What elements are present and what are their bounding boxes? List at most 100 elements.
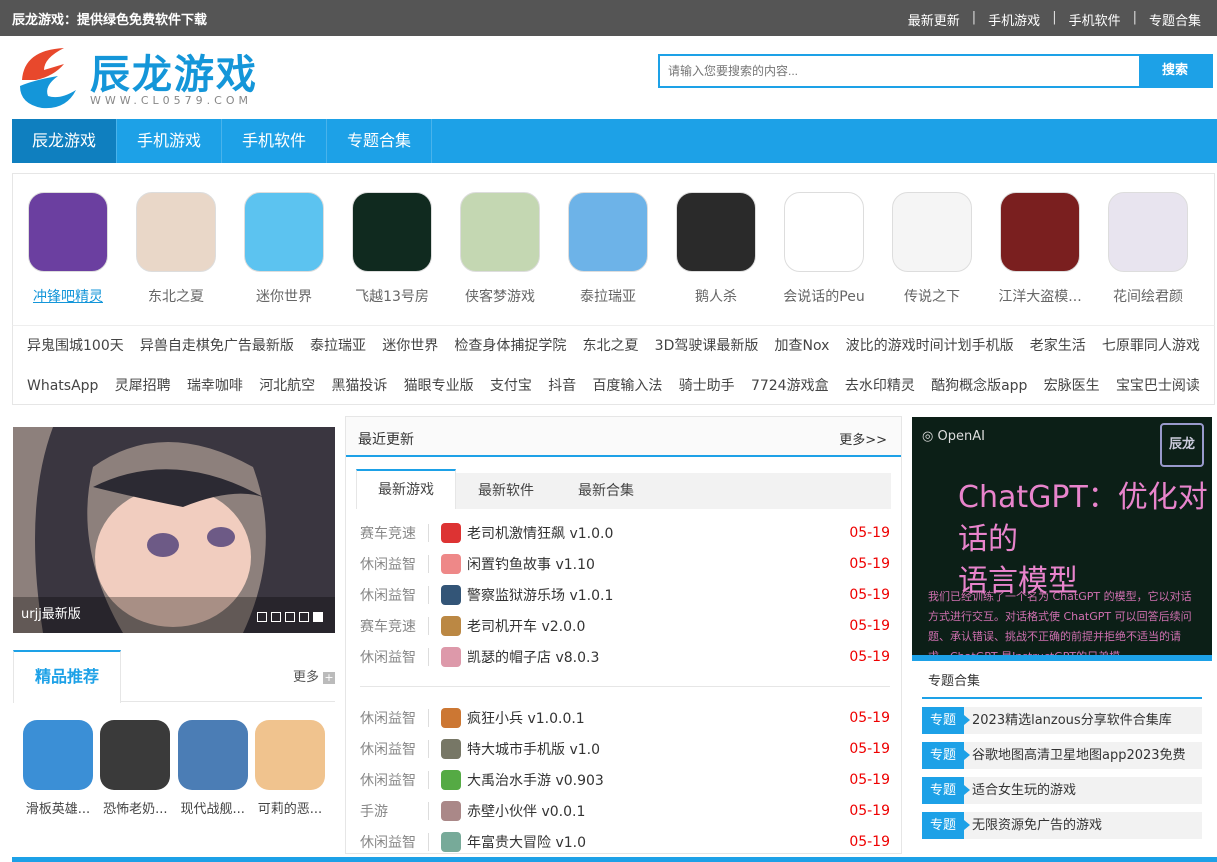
topic-title[interactable]: 谷歌地图高清卫星地图app2023免费 [964, 742, 1186, 769]
app-name[interactable]: 迷你世界 [236, 286, 332, 306]
item-category[interactable]: 休闲益智 [360, 832, 428, 852]
top-link-latest[interactable]: 最新更新 [908, 10, 960, 29]
list-item[interactable]: 休闲益智 凯瑟的帽子店 v8.0.3 05-19 [360, 641, 890, 672]
app-name[interactable]: 会说话的Peu [776, 286, 872, 306]
list-item[interactable]: 休闲益智 警察监狱游乐场 v1.0.1 05-19 [360, 579, 890, 610]
mini-world-icon[interactable] [244, 192, 324, 272]
tag-link[interactable]: 异兽自走棋免广告最新版 [140, 326, 294, 366]
item-category[interactable]: 赛车竞速 [360, 616, 428, 636]
list-item[interactable]: 休闲益智 特大城市手机版 v1.0 05-19 [360, 733, 890, 764]
app-item[interactable]: 冲锋吧精灵 [20, 192, 116, 306]
item-name[interactable]: 闲置钓鱼故事 v1.10 [467, 554, 846, 574]
pokemon-icon[interactable] [28, 192, 108, 272]
slider-dot[interactable] [299, 612, 309, 622]
tag-link[interactable]: 抖音 [548, 366, 576, 406]
tag-link[interactable]: 河北航空 [259, 366, 315, 406]
topic-item[interactable]: 专题 2023精选lanzous分享软件合集库 [922, 707, 1202, 734]
swordsman-icon[interactable] [460, 192, 540, 272]
tag-link[interactable]: 宏脉医生 [1044, 366, 1100, 406]
list-item[interactable]: 手游 赤壁小伙伴 v0.0.1 05-19 [360, 795, 890, 826]
nav-home[interactable]: 辰龙游戏 [12, 119, 118, 163]
app-name[interactable]: 现代战舰... [176, 798, 250, 817]
topic-title[interactable]: 适合女生玩的游戏 [964, 777, 1076, 804]
app-icon[interactable] [23, 720, 93, 790]
tag-link[interactable]: 百度输入法 [592, 366, 662, 406]
item-name[interactable]: 警察监狱游乐场 v1.0.1 [467, 585, 846, 605]
app-name[interactable]: 可莉的恶... [253, 798, 327, 817]
recommend-app[interactable]: 现代战舰... [176, 720, 250, 817]
item-name[interactable]: 特大城市手机版 v1.0 [467, 739, 846, 759]
tag-link[interactable]: 泰拉瑞亚 [310, 326, 366, 366]
list-item[interactable]: 休闲益智 疯狂小兵 v1.0.0.1 05-19 [360, 702, 890, 733]
item-name[interactable]: 疯狂小兵 v1.0.0.1 [467, 708, 846, 728]
list-item[interactable]: 休闲益智 闲置钓鱼故事 v1.10 05-19 [360, 548, 890, 579]
tag-link[interactable]: 3D驾驶课最新版 [655, 326, 759, 366]
app-name[interactable]: 飞越13号房 [344, 286, 440, 306]
tag-link[interactable]: 波比的游戏时间计划手机版 [846, 326, 1014, 366]
app-item[interactable]: 泰拉瑞亚 [560, 192, 656, 306]
app-name[interactable]: 东北之夏 [128, 286, 224, 306]
recommend-app[interactable]: 恐怖老奶... [98, 720, 172, 817]
item-category[interactable]: 休闲益智 [360, 708, 428, 728]
tag-link[interactable]: 酷狗概念版app [931, 366, 1027, 406]
heart-icon[interactable] [892, 192, 972, 272]
slider-dot-active[interactable] [313, 612, 323, 622]
app-item[interactable]: 花间绘君颜 [1100, 192, 1196, 306]
item-category[interactable]: 休闲益智 [360, 585, 428, 605]
app-name[interactable]: 滑板英雄... [21, 798, 95, 817]
item-category[interactable]: 休闲益智 [360, 770, 428, 790]
topic-title[interactable]: 无限资源免广告的游戏 [964, 812, 1102, 839]
top-link-mobile-games[interactable]: 手机游戏 [988, 10, 1040, 29]
app-item[interactable]: 江洋大盗模... [992, 192, 1088, 306]
nav-mobile-software[interactable]: 手机软件 [222, 119, 328, 163]
tag-link[interactable]: 七原罪同人游戏 [1102, 326, 1200, 366]
app-item[interactable]: 侠客梦游戏 [452, 192, 548, 306]
app-name[interactable]: 泰拉瑞亚 [560, 286, 656, 306]
top-link-topics[interactable]: 专题合集 [1149, 10, 1201, 29]
item-category[interactable]: 手游 [360, 801, 428, 821]
app-name[interactable]: 侠客梦游戏 [452, 286, 548, 306]
item-category[interactable]: 休闲益智 [360, 554, 428, 574]
tab-latest-topics[interactable]: 最新合集 [556, 473, 656, 509]
peu-icon[interactable] [784, 192, 864, 272]
list-item[interactable]: 休闲益智 大禹治水手游 v0.903 05-19 [360, 764, 890, 795]
tag-link[interactable]: 黑猫投诉 [331, 366, 387, 406]
nav-mobile-games[interactable]: 手机游戏 [117, 119, 223, 163]
chatgpt-banner[interactable]: ◎ OpenAI 辰龙 ChatGPT：优化对话的 语言模型 我们已经训练了一个… [912, 417, 1212, 661]
tab-latest-software[interactable]: 最新软件 [456, 473, 556, 509]
tag-link[interactable]: 灵犀招聘 [115, 366, 171, 406]
item-name[interactable]: 年富贵大冒险 v1.0 [467, 832, 846, 852]
tag-link[interactable]: 支付宝 [490, 366, 532, 406]
tag-link[interactable]: 瑞幸咖啡 [187, 366, 243, 406]
item-name[interactable]: 老司机开车 v2.0.0 [467, 616, 846, 636]
app-name[interactable]: 恐怖老奶... [98, 798, 172, 817]
app-item[interactable]: 传说之下 [884, 192, 980, 306]
tag-link[interactable]: 检查身体捕捉学院 [454, 326, 566, 366]
app-item[interactable]: 飞越13号房 [344, 192, 440, 306]
tag-link[interactable]: 骑士助手 [679, 366, 735, 406]
slider-dot[interactable] [285, 612, 295, 622]
app-item[interactable]: 迷你世界 [236, 192, 332, 306]
app-icon[interactable] [254, 720, 325, 790]
item-category[interactable]: 休闲益智 [360, 739, 428, 759]
tag-link[interactable]: 猫眼专业版 [404, 366, 474, 406]
recommend-more-link[interactable]: 更多 + [293, 666, 335, 685]
list-item[interactable]: 赛车竞速 老司机激情狂飙 v1.0.0 05-19 [360, 517, 890, 548]
app-item[interactable]: 鹅人杀 [668, 192, 764, 306]
topic-item[interactable]: 专题 无限资源免广告的游戏 [922, 812, 1202, 839]
nav-topics[interactable]: 专题合集 [327, 119, 433, 163]
tag-link[interactable]: 迷你世界 [382, 326, 438, 366]
search-input[interactable] [660, 56, 1141, 86]
tab-latest-games[interactable]: 最新游戏 [356, 469, 456, 509]
goose-icon[interactable] [676, 192, 756, 272]
recommend-app[interactable]: 滑板英雄... [21, 720, 95, 817]
item-name[interactable]: 凯瑟的帽子店 v8.0.3 [467, 647, 846, 667]
tag-link[interactable]: 加查Nox [775, 326, 830, 366]
recommend-app[interactable]: 可莉的恶... [253, 720, 327, 817]
topic-item[interactable]: 专题 适合女生玩的游戏 [922, 777, 1202, 804]
room13-icon[interactable] [352, 192, 432, 272]
anime-man-icon[interactable] [1108, 192, 1188, 272]
app-icon[interactable] [100, 720, 171, 790]
app-icon[interactable] [177, 720, 248, 790]
terraria-tree-icon[interactable] [568, 192, 648, 272]
